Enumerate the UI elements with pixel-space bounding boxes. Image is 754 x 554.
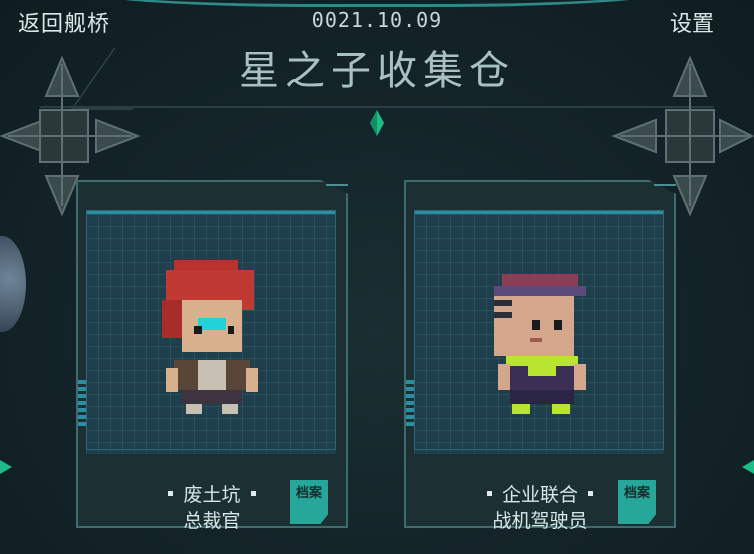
card-title: 废土坑 [183,484,241,506]
dot-icon [168,491,174,496]
top-frame-arc [60,0,694,7]
dot-icon [250,491,256,496]
settings-button[interactable]: 设置 [670,6,714,38]
game-date: 0021.10.09 [311,8,443,32]
card-corner [654,184,676,208]
archive-button[interactable]: 档案 [290,480,328,524]
side-bars [78,380,86,429]
character-sprite-pilot [494,274,586,414]
back-to-bridge-button[interactable]: 返回舰桥 [18,6,110,38]
side-bars [406,380,414,429]
title-banner: 星之子收集仓 [150,40,604,102]
character-sprite-redhead [162,260,258,414]
archive-button[interactable]: 档案 [618,480,656,524]
character-card[interactable]: 废土坑 总裁官 档案 [76,180,348,532]
right-edge-marker [742,460,754,474]
green-gem-icon [370,110,384,136]
planet [0,236,26,332]
character-card[interactable]: 企业联合 战机驾驶员 档案 [404,180,676,532]
card-corner [326,184,348,208]
dot-icon [486,491,492,496]
dot-icon [588,491,593,496]
left-edge-marker [0,460,12,474]
card-title: 企业联合 [501,484,578,506]
page-title: 星之子收集仓 [239,48,515,94]
